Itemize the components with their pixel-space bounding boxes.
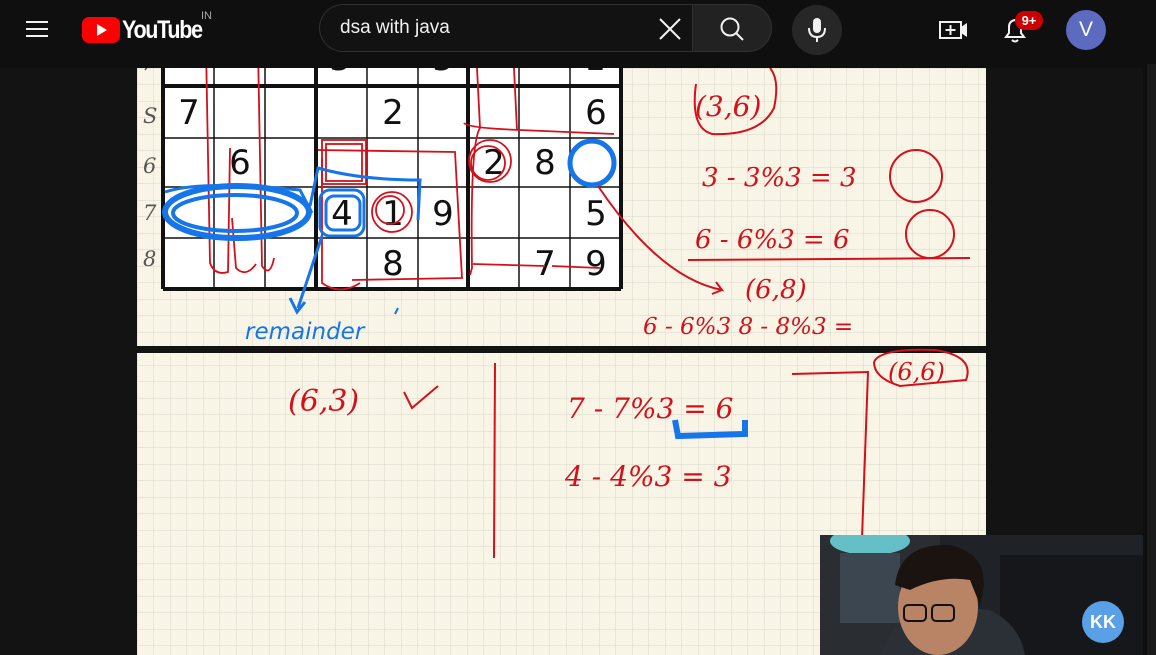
search-input[interactable] <box>340 17 640 39</box>
hamburger-line <box>26 28 48 30</box>
notification-count-badge: 9+ <box>1015 11 1043 30</box>
microphone-icon <box>808 18 826 42</box>
search-icon <box>720 17 744 41</box>
remainder-label: remainder <box>245 319 366 345</box>
row-label: 7 <box>143 201 157 225</box>
sudoku-cell-digit: 2 <box>382 93 404 133</box>
sudoku-cell-digit: 8 <box>382 244 404 284</box>
hamburger-line <box>26 35 48 37</box>
presenter-webcam: KK <box>820 535 1143 655</box>
sudoku-cell-digit: 9 <box>585 244 607 284</box>
youtube-play-icon <box>82 17 120 43</box>
sudoku-cell-digit: 6 <box>229 143 251 183</box>
sudoku-cell-digit: 7 <box>178 93 200 133</box>
account-avatar[interactable]: V <box>1066 10 1106 50</box>
masthead: YouTube IN dsa with java 9+ V <box>0 0 1156 64</box>
guide-menu-button[interactable] <box>22 14 56 44</box>
note-pair-68: (6,8) <box>745 275 807 305</box>
region-code: IN <box>201 10 212 22</box>
video-plus-icon <box>939 21 967 39</box>
sudoku-cell-digit: 8 <box>534 143 556 183</box>
video-player[interactable]: 4 3 5 1 7266284195879 S678 <box>0 68 1143 655</box>
close-icon <box>659 18 681 40</box>
channel-watermark[interactable]: KK <box>1082 601 1124 643</box>
hamburger-menu-icon <box>26 21 48 23</box>
sudoku-cell-digit: 2 <box>483 143 505 183</box>
clipped-digit: 3 <box>329 68 351 79</box>
note-eq5: 4 - 4%3 = 3 <box>564 460 731 493</box>
clipped-digit: 1 <box>584 68 606 79</box>
logo-wordmark: YouTube <box>122 16 203 44</box>
youtube-logo[interactable]: YouTube IN <box>82 10 222 45</box>
row-label: S <box>143 104 157 128</box>
create-button[interactable] <box>933 10 973 50</box>
voice-search-button[interactable] <box>792 5 842 55</box>
search-box <box>319 4 692 52</box>
clipped-digit: 5 <box>432 68 454 79</box>
sudoku-cell-digit: 7 <box>534 244 556 284</box>
sudoku-cell-digit: 9 <box>432 194 454 234</box>
row-label: 8 <box>143 247 156 271</box>
note-pair-top: (3,6) <box>695 90 761 123</box>
note-eq3: 6 - 6%3 8 - 8%3 = <box>643 314 853 340</box>
note-pair-63: (6,3) <box>288 384 359 419</box>
sudoku-cell-digit: 4 <box>331 194 353 234</box>
row-label: 6 <box>143 154 156 178</box>
sudoku-cell-digit: 6 <box>585 93 607 133</box>
page-scrollbar[interactable] <box>1147 64 1156 655</box>
clear-search-button[interactable] <box>656 15 684 43</box>
note-eq1: 3 - 3%3 = 3 <box>702 163 857 193</box>
note-eq4: 7 - 7%3 = 6 <box>567 392 733 425</box>
clipped-digit: 4 <box>175 68 197 77</box>
search-button[interactable] <box>692 4 772 52</box>
sudoku-cell-digit: 5 <box>585 194 607 234</box>
note-eq2: 6 - 6%3 = 6 <box>695 225 850 255</box>
